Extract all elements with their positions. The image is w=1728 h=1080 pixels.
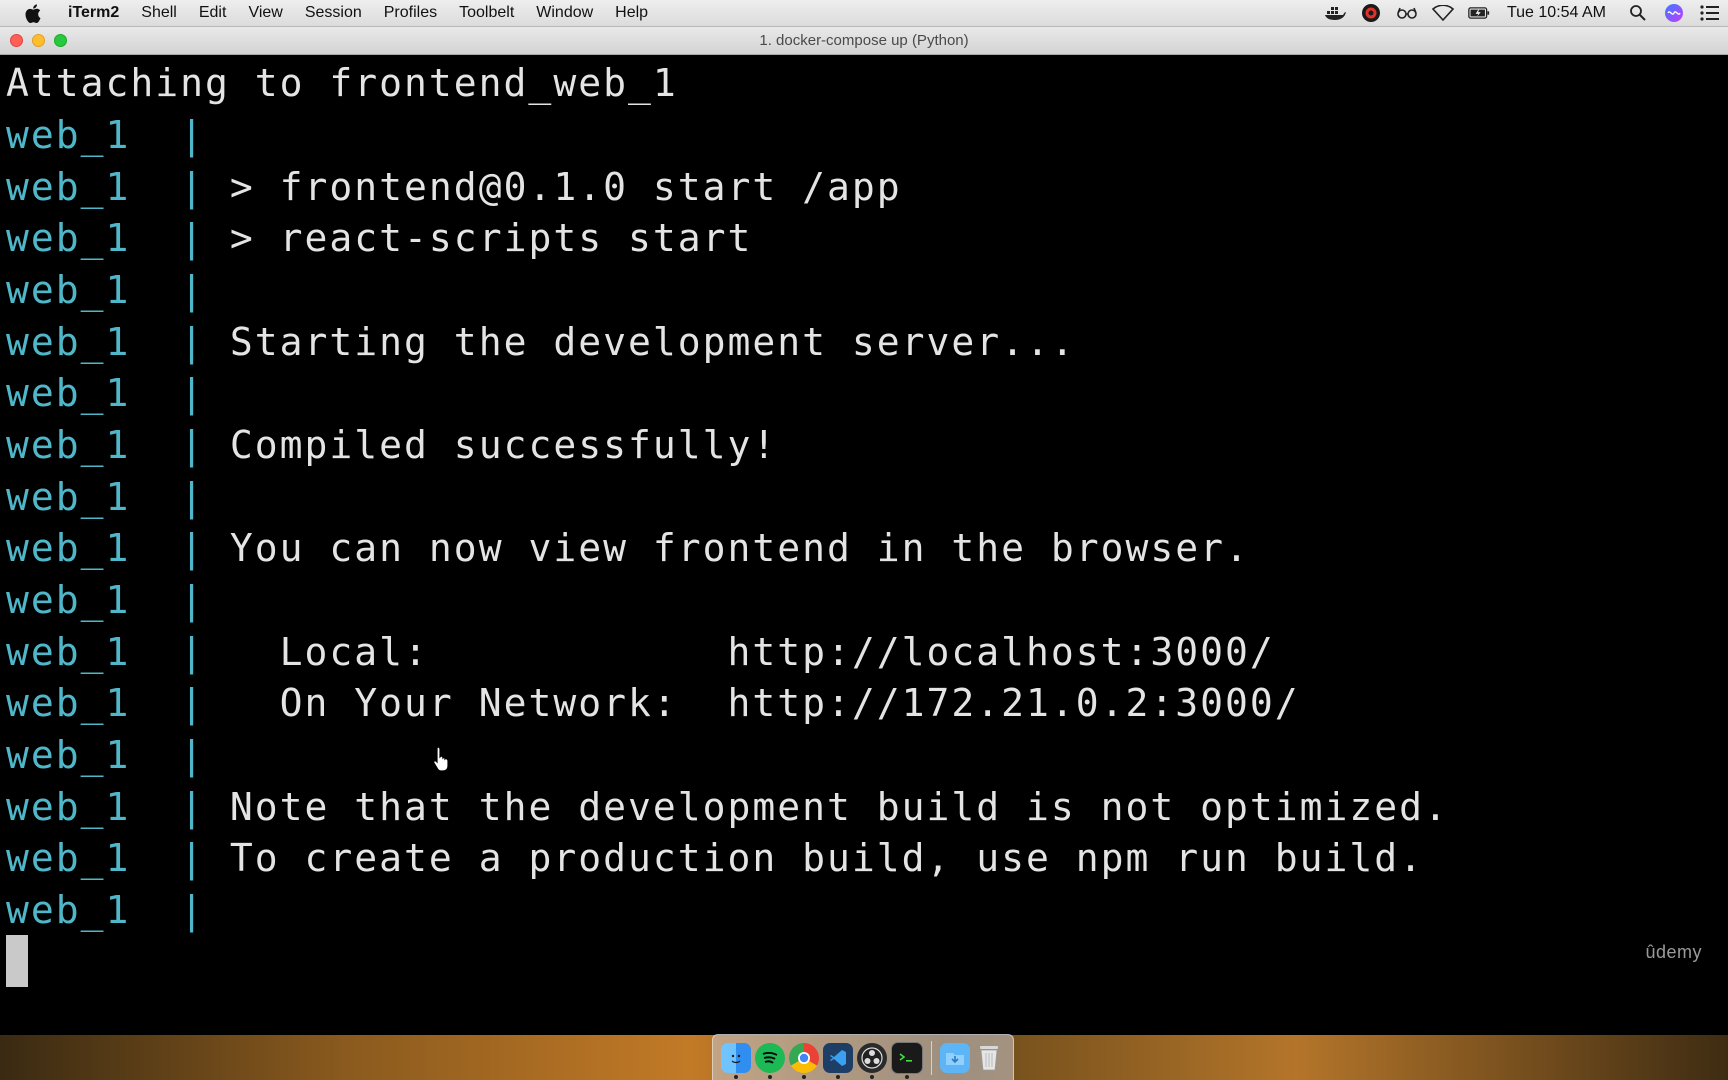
terminal-line: web_1 | Local: http://localhost:3000/ [6, 627, 1275, 677]
glasses-icon[interactable] [1396, 4, 1418, 22]
menu-app-iterm2[interactable]: iTerm2 [62, 0, 130, 26]
hand-pointer-icon [433, 746, 449, 771]
line-prefix: web_1 | [6, 320, 206, 364]
line-text: > frontend@0.1.0 start /app [205, 165, 902, 209]
creative-cloud-icon[interactable] [1360, 4, 1382, 22]
line-prefix: web_1 | [6, 371, 206, 415]
line-prefix: web_1 | [6, 785, 206, 829]
obs-icon[interactable] [857, 1042, 887, 1079]
udemy-watermark: ûdemy [1645, 942, 1702, 962]
terminal-pane[interactable]: Attaching to frontend_web_1 web_1 | web_… [0, 55, 1728, 1035]
terminal-line: web_1 | Note that the development build … [6, 782, 1449, 832]
menu-shell[interactable]: Shell [130, 0, 188, 26]
trash-icon[interactable] [974, 1043, 1004, 1073]
line-prefix: web_1 | [6, 113, 206, 157]
terminal-line: web_1 | To create a production build, us… [6, 833, 1424, 883]
terminal-line: web_1 | [6, 368, 205, 418]
wifi-icon[interactable] [1431, 4, 1454, 22]
running-indicator [768, 1074, 772, 1079]
line-text: To create a production build, use npm ru… [205, 836, 1425, 880]
siri-icon[interactable] [1663, 4, 1685, 22]
line-prefix: web_1 | [6, 216, 206, 260]
terminal-line: web_1 | Compiled successfully! [6, 420, 777, 470]
menu-help[interactable]: Help [604, 0, 659, 26]
terminal-line: Attaching to frontend_web_1 [6, 58, 678, 108]
line-prefix: web_1 | [6, 475, 206, 519]
spotify-icon[interactable] [755, 1042, 785, 1079]
running-indicator [802, 1074, 806, 1079]
menu-bar: iTerm2 Shell Edit View Session Profiles … [0, 0, 1728, 27]
line-text: Compiled successfully! [205, 423, 778, 467]
terminal-line: web_1 | [6, 472, 205, 522]
line-prefix: web_1 | [6, 578, 206, 622]
menu-edit[interactable]: Edit [188, 0, 238, 26]
line-text: Attaching to frontend_web_1 [6, 61, 678, 105]
line-prefix: web_1 | [6, 733, 206, 777]
menu-session[interactable]: Session [294, 0, 373, 26]
line-prefix: web_1 | [6, 423, 206, 467]
line-text: Starting the development server... [205, 320, 1076, 364]
running-indicator [836, 1074, 840, 1079]
terminal-line: web_1 | [6, 265, 205, 315]
menu-profiles[interactable]: Profiles [373, 0, 448, 26]
line-text: > react-scripts start [205, 216, 753, 260]
line-text: You can now view frontend in the browser… [205, 526, 1250, 570]
terminal-line: web_1 | [6, 575, 205, 625]
docker-icon[interactable] [1324, 4, 1346, 22]
terminal-line: web_1 | [6, 110, 205, 160]
running-indicator [870, 1074, 874, 1079]
line-prefix: web_1 | [6, 526, 206, 570]
line-text: On Your Network: http://172.21.0.2:3000/ [205, 681, 1300, 725]
apple-menu-icon[interactable] [22, 0, 44, 26]
terminal-line: web_1 | [6, 730, 205, 780]
running-indicator [905, 1074, 909, 1079]
status-area: Tue 10:54 AM [1317, 0, 1728, 26]
terminal-line: web_1 | You can now view frontend in the… [6, 523, 1250, 573]
downloads-folder-icon[interactable] [940, 1042, 970, 1073]
terminal-icon[interactable] [891, 1041, 923, 1079]
terminal-line: web_1 | [6, 885, 205, 935]
vscode-icon[interactable] [823, 1042, 853, 1079]
terminal-cursor [6, 935, 28, 987]
chrome-icon[interactable] [789, 1042, 819, 1079]
notification-center-icon[interactable] [1699, 4, 1721, 22]
running-indicator [734, 1074, 738, 1079]
terminal-line: web_1 | Starting the development server.… [6, 317, 1076, 367]
terminal-line: web_1 | > frontend@0.1.0 start /app [6, 162, 902, 212]
dock-separator [931, 1040, 932, 1075]
line-prefix: web_1 | [6, 165, 206, 209]
finder-icon[interactable] [721, 1042, 751, 1079]
line-text: Local: http://localhost:3000/ [205, 630, 1275, 674]
terminal-line: web_1 | > react-scripts start [6, 213, 752, 263]
line-prefix: web_1 | [6, 836, 206, 880]
menu-window[interactable]: Window [525, 0, 604, 26]
window-titlebar: 1. docker-compose up (Python) [0, 27, 1728, 55]
line-prefix: web_1 | [6, 268, 206, 312]
window-title: 1. docker-compose up (Python) [759, 32, 969, 49]
line-prefix: web_1 | [6, 630, 206, 674]
line-prefix: web_1 | [6, 681, 206, 725]
menu-toolbelt[interactable]: Toolbelt [448, 0, 525, 26]
search-icon[interactable] [1627, 4, 1649, 22]
menubar-clock[interactable]: Tue 10:54 AM [1507, 4, 1606, 22]
menu-view[interactable]: View [237, 0, 293, 26]
line-text: Note that the development build is not o… [205, 785, 1449, 829]
terminal-line: web_1 | On Your Network: http://172.21.0… [6, 678, 1300, 728]
dock [712, 1034, 1014, 1080]
battery-icon[interactable] [1468, 4, 1490, 22]
line-prefix: web_1 | [6, 888, 206, 932]
